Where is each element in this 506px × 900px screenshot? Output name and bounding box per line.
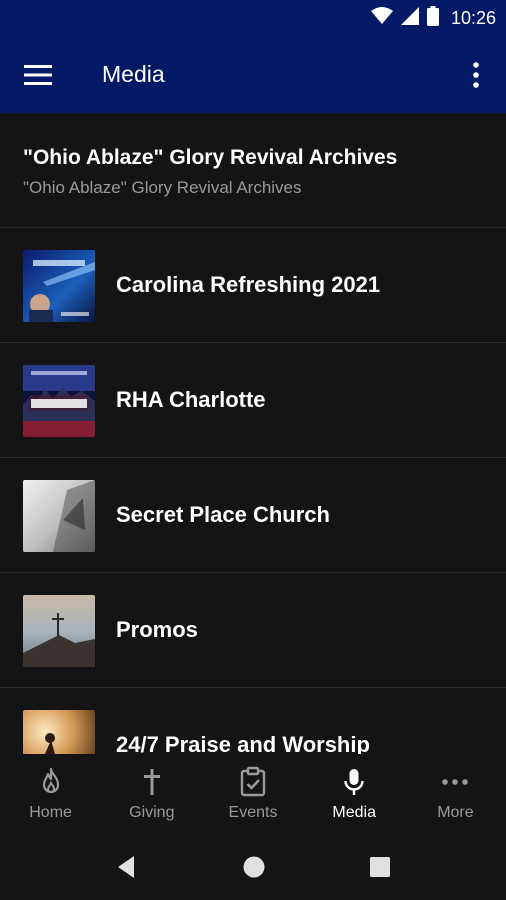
- list-item[interactable]: Promos: [0, 573, 506, 688]
- tab-label: More: [437, 804, 474, 821]
- app-bar: Media: [0, 37, 506, 113]
- status-icons: 10:26: [370, 5, 496, 31]
- list-item-label: 24/7 Praise and Worship: [116, 732, 370, 754]
- thumbnail-rha-charlotte: [23, 365, 95, 437]
- menu-button[interactable]: [20, 59, 60, 91]
- tab-label: Giving: [129, 804, 175, 821]
- home-circle-icon: [243, 856, 265, 878]
- list-item-label: Secret Place Church: [116, 502, 330, 527]
- back-button[interactable]: [114, 854, 140, 880]
- thumbnail-secret-place-church: [23, 480, 95, 552]
- overflow-menu-button[interactable]: [464, 57, 488, 93]
- status-time: 10:26: [450, 7, 496, 28]
- list-item[interactable]: RHA Charlotte: [0, 343, 506, 458]
- back-triangle-icon: [118, 856, 134, 878]
- thumbnail-carolina-refreshing: [23, 250, 95, 322]
- archive-title: "Ohio Ablaze" Glory Revival Archives: [23, 146, 398, 169]
- page-title: Media: [102, 61, 165, 87]
- tab-more[interactable]: More: [405, 754, 506, 830]
- tab-events[interactable]: Events: [202, 754, 303, 830]
- archive-header: "Ohio Ablaze" Glory Revival Archives "Oh…: [0, 113, 506, 227]
- thumbnail-promos: [23, 595, 95, 667]
- recents-button[interactable]: [367, 854, 393, 880]
- wifi-icon: [370, 6, 393, 30]
- bottom-tab-bar: Home Giving Events Media More: [0, 754, 506, 830]
- recents-square-icon: [370, 857, 390, 877]
- tab-home[interactable]: Home: [0, 754, 101, 830]
- microphone-icon: [344, 769, 364, 795]
- home-button[interactable]: [241, 854, 267, 880]
- tab-giving[interactable]: Giving: [101, 754, 202, 830]
- tab-label: Home: [29, 804, 72, 821]
- battery-icon: [426, 5, 439, 31]
- tab-media[interactable]: Media: [304, 754, 405, 830]
- cross-icon: [143, 769, 160, 795]
- list-item-label: RHA Charlotte: [116, 387, 266, 412]
- signal-icon: [400, 6, 419, 30]
- tab-label: Events: [228, 804, 278, 821]
- hamburger-icon: [24, 65, 52, 85]
- system-nav-bar: [0, 830, 506, 900]
- list-item[interactable]: Carolina Refreshing 2021: [0, 228, 506, 343]
- list-item-label: Carolina Refreshing 2021: [116, 272, 381, 297]
- archive-subtitle: "Ohio Ablaze" Glory Revival Archives: [23, 178, 302, 197]
- calendar-check-icon: [240, 766, 266, 797]
- flame-icon: [42, 767, 59, 794]
- more-vertical-icon: [473, 62, 479, 88]
- tab-label: Media: [332, 804, 376, 821]
- list-item-label: Promos: [116, 617, 198, 642]
- more-horizontal-icon: [442, 779, 469, 785]
- thumbnail-praise-and-worship: [23, 710, 95, 754]
- list-item[interactable]: 24/7 Praise and Worship: [0, 688, 506, 754]
- list-item[interactable]: Secret Place Church: [0, 458, 506, 573]
- status-bar: 10:26: [0, 0, 506, 37]
- media-list: Carolina Refreshing 2021 RHA Charlotte S…: [0, 228, 506, 754]
